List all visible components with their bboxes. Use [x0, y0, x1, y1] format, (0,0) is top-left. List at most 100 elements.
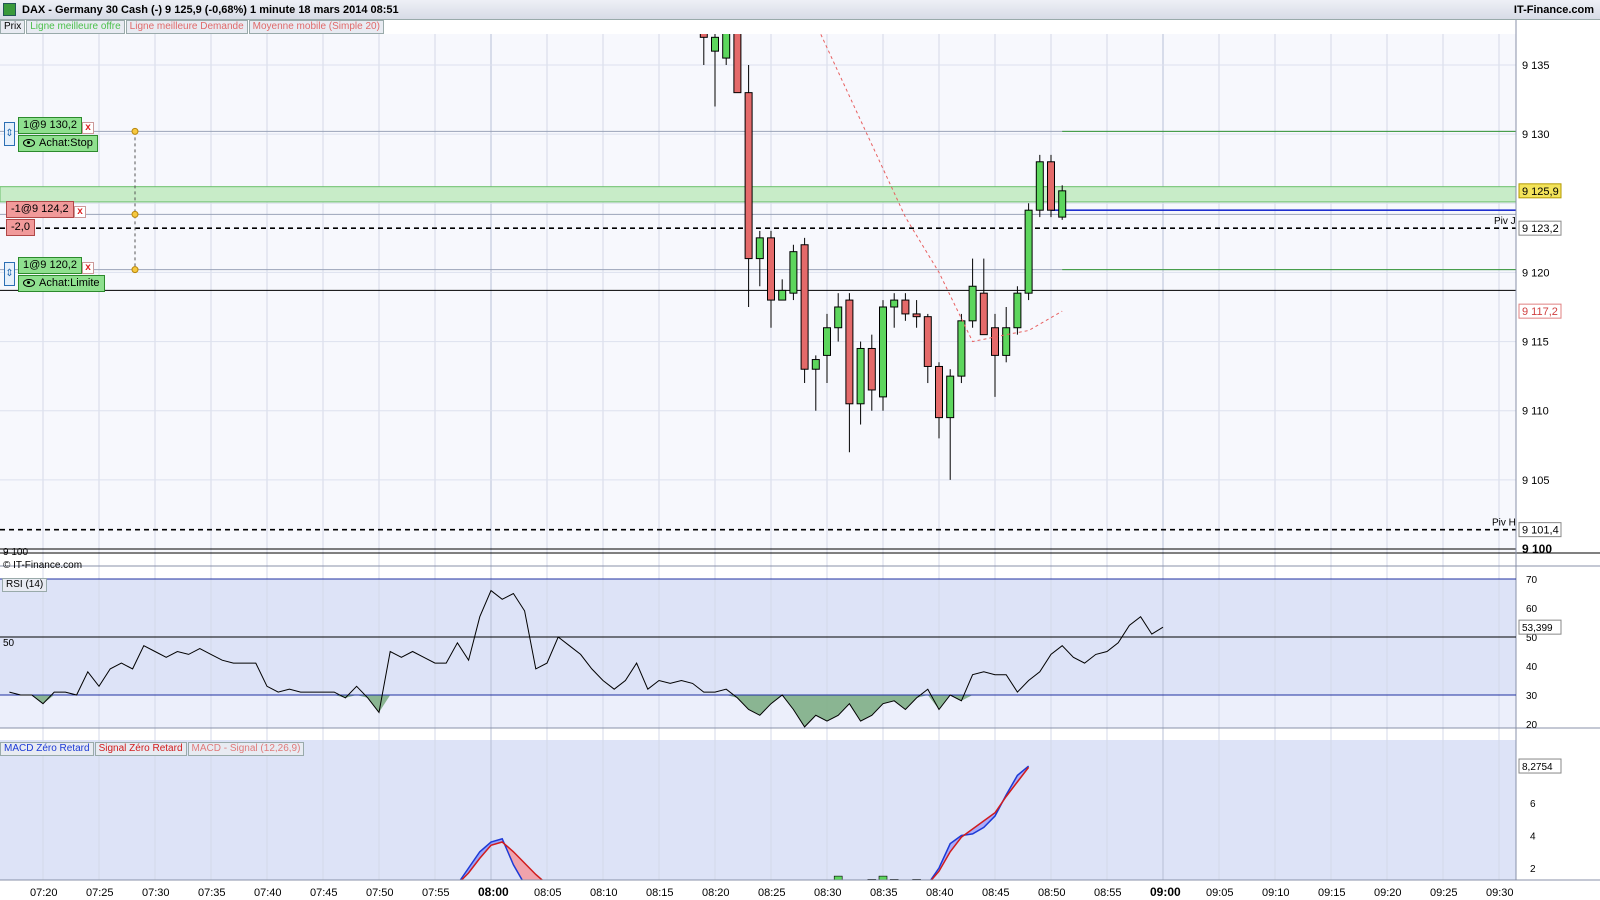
price-panel-tint: [0, 34, 1516, 552]
order-stop-label: Achat:Stop: [39, 137, 93, 149]
candle-body: [890, 299, 899, 308]
candle-body: [901, 299, 910, 315]
macd-hist-bar: [833, 875, 843, 881]
price-axis-bg: [1516, 20, 1600, 880]
order-limit-qty[interactable]: 1@9 120,2: [18, 257, 82, 274]
candle-body: [979, 292, 988, 336]
drag-handle-icon[interactable]: ⇕: [4, 262, 15, 286]
candle-body: [800, 244, 809, 370]
rsi-tick-label: 60: [1526, 604, 1538, 615]
time-tick-label: 08:15: [646, 887, 674, 899]
candle-body: [778, 289, 787, 301]
macd-tick-label: 2: [1530, 864, 1536, 875]
chart-title: DAX - Germany 30 Cash (-) 9 125,9 (-0,68…: [22, 4, 399, 16]
time-tick-label: 07:50: [366, 887, 394, 899]
last-price-label: 9 125,9: [1522, 186, 1559, 198]
price-tick-label: 9 110: [1522, 406, 1549, 418]
order-dot: [131, 266, 139, 274]
order-stop-type[interactable]: Achat:Stop: [18, 135, 98, 152]
time-tick-label: 08:45: [982, 887, 1010, 899]
macd-legend-hist[interactable]: MACD - Signal (12,26,9): [187, 742, 305, 756]
pivot-j-value-label: 9 123,2: [1522, 223, 1559, 235]
rsi-tick-label: 50: [1526, 633, 1538, 644]
candle-body: [968, 285, 977, 322]
candle-body: [856, 347, 865, 405]
time-tick-label: 09:20: [1374, 887, 1402, 899]
time-tick-label: 08:30: [814, 887, 842, 899]
candle-body: [957, 320, 966, 377]
time-tick-label: 08:25: [758, 887, 786, 899]
eye-icon: [23, 279, 35, 288]
close-order-sell-icon[interactable]: x: [74, 206, 86, 218]
brand-label: IT-Finance.com: [1513, 4, 1594, 16]
candle-body: [722, 34, 731, 59]
candle-body: [755, 237, 764, 260]
rsi-tick-label: 20: [1526, 720, 1538, 731]
time-tick-label: 07:30: [142, 887, 170, 899]
price-tick-label: 9 120: [1522, 267, 1550, 279]
eye-icon: [23, 139, 35, 148]
rsi-tick-label: 40: [1526, 662, 1538, 673]
rsi-label[interactable]: RSI (14): [2, 578, 48, 592]
macd-tick-label: 6: [1530, 799, 1536, 810]
pivot-j-label: Piv J: [1494, 216, 1516, 227]
candle-body: [923, 316, 932, 367]
time-tick-label: 09:30: [1486, 887, 1514, 899]
candle-body: [744, 92, 753, 260]
time-tick-label: 09:25: [1430, 887, 1458, 899]
time-tick-label: 09:10: [1262, 887, 1290, 899]
time-tick-label: 08:55: [1094, 887, 1122, 899]
candle-body: [699, 34, 708, 38]
order-stop-qty[interactable]: 1@9 130,2: [18, 117, 82, 134]
candle-body: [834, 306, 843, 329]
rsi-tick-label: 70: [1526, 575, 1538, 586]
candle-body: [1035, 161, 1044, 211]
time-axis-bg: [0, 880, 1600, 900]
chart-canvas[interactable]: 9 135 9 130 9 120 9 115 9 110 9 105 9 100 9 125…: [0, 20, 1600, 900]
time-tick-label: 09:05: [1206, 887, 1234, 899]
title-bar: DAX - Germany 30 Cash (-) 9 125,9 (-0,68…: [0, 0, 1600, 20]
time-tick-label: 09:00: [1150, 885, 1181, 899]
candle-body: [946, 375, 955, 419]
order-dot: [131, 210, 139, 218]
price-tick-label: 9 135: [1522, 60, 1550, 72]
candle-body: [991, 327, 999, 356]
candle-body: [711, 36, 719, 52]
price-tick-label: 9 130: [1522, 129, 1550, 141]
rsi-tick-label: 30: [1526, 691, 1538, 702]
candle-body: [1047, 161, 1055, 211]
time-tick-label: 08:35: [870, 887, 898, 899]
order-limit-type[interactable]: Achat:Limite: [18, 275, 105, 292]
time-tick-label: 07:20: [30, 887, 58, 899]
time-tick-label: 08:20: [702, 887, 730, 899]
rsi-mid-label: 50: [3, 638, 15, 649]
time-tick-label: 08:50: [1038, 887, 1066, 899]
order-dot: [131, 127, 139, 135]
macd-legend-macd[interactable]: MACD Zéro Retard: [0, 742, 94, 756]
macd-legend-signal[interactable]: Signal Zéro Retard: [94, 742, 187, 756]
time-tick-label: 07:25: [86, 887, 114, 899]
candle-body: [823, 327, 831, 356]
left-9100-label: 9 100: [3, 547, 29, 558]
close-order-stop-icon[interactable]: x: [82, 122, 94, 134]
order-sell-pnl: -2,0: [6, 219, 35, 236]
time-tick-label: 08:00: [478, 885, 509, 899]
time-tick-label: 07:35: [198, 887, 226, 899]
candle-body: [912, 313, 921, 318]
time-tick-label: 08:05: [534, 887, 562, 899]
pivot-h-label: Piv H: [1492, 518, 1516, 529]
time-tick-label: 08:40: [926, 887, 954, 899]
drag-handle-icon[interactable]: ⇕: [4, 122, 15, 146]
ma-value-label: 9 117,2: [1522, 306, 1558, 318]
candle-body: [1013, 292, 1022, 329]
order-sell-qty[interactable]: -1@9 124,2: [6, 201, 74, 218]
close-order-limit-icon[interactable]: x: [82, 262, 94, 274]
candle-body: [789, 251, 798, 294]
pivot-h-value-label: 9 101,4: [1522, 525, 1559, 537]
candle-body: [1058, 190, 1067, 218]
candle-body: [733, 34, 742, 94]
candle-body: [867, 347, 876, 391]
time-tick-label: 09:15: [1318, 887, 1346, 899]
price-tick-label: 9 105: [1522, 475, 1550, 487]
price-tick-label: 9 115: [1522, 337, 1549, 349]
